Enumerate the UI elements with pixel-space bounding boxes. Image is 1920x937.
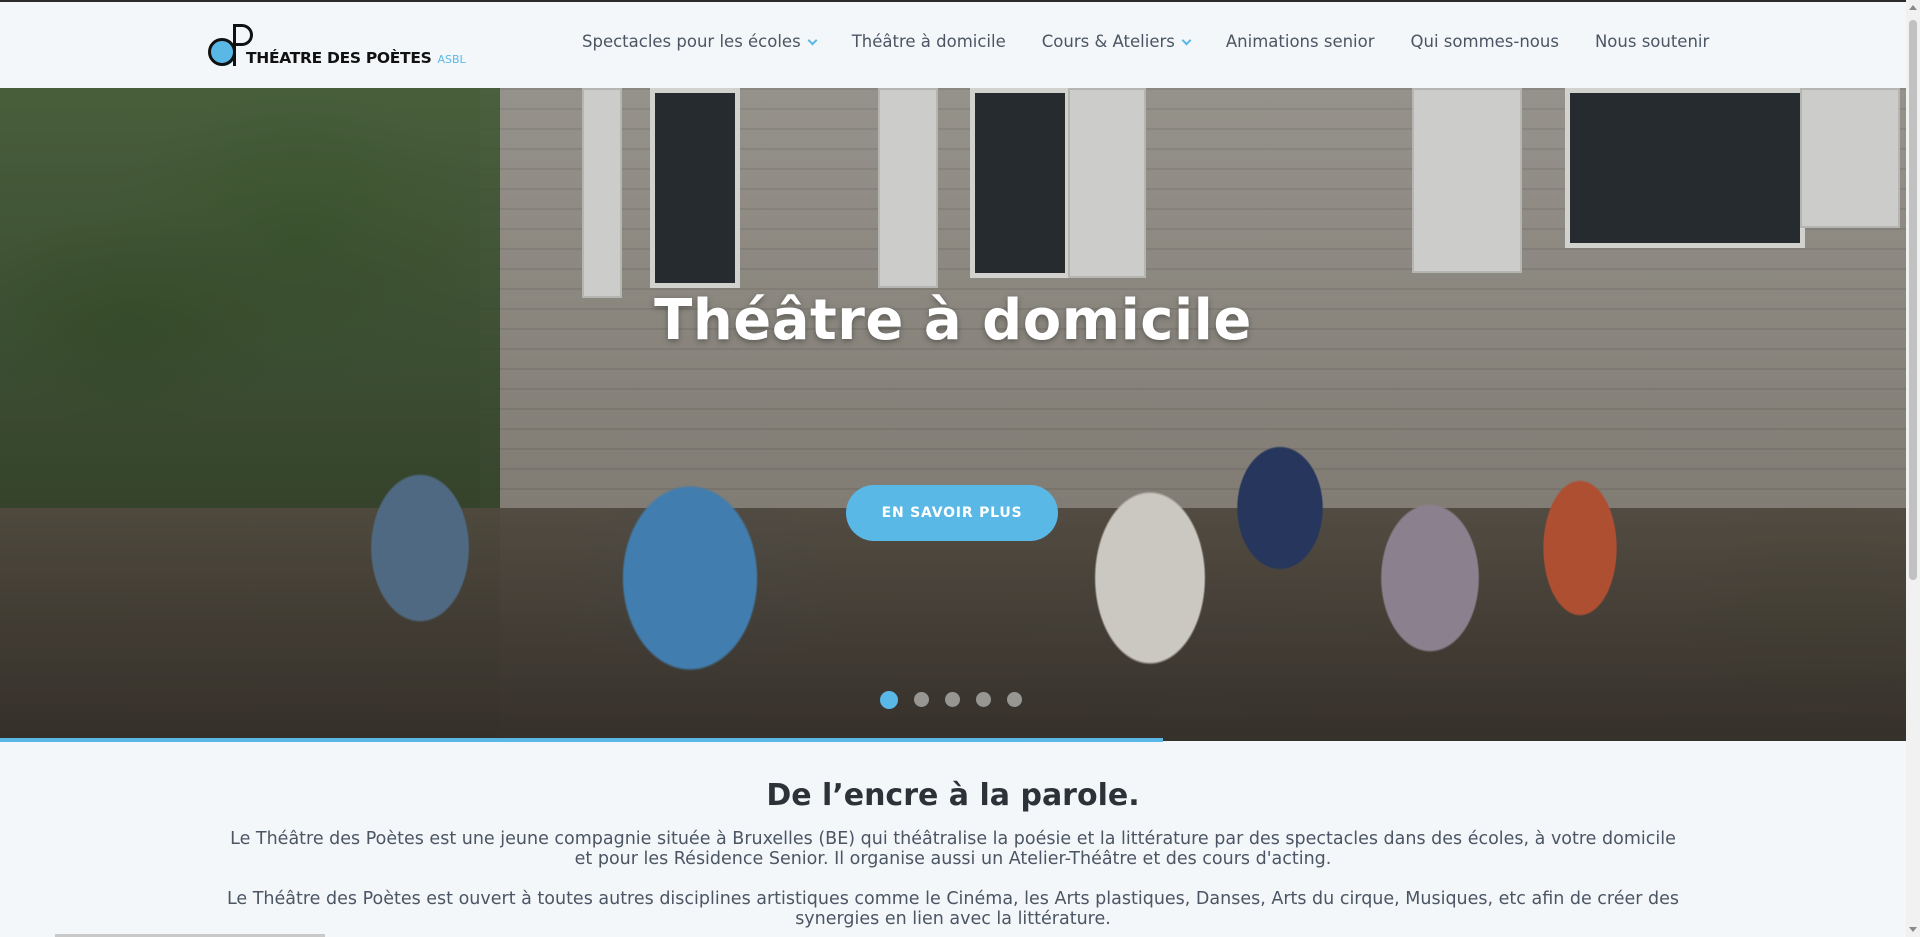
nav-item-nous-soutenir[interactable]: Nous soutenir bbox=[1595, 32, 1709, 51]
learn-more-button[interactable]: EN SAVOIR PLUS bbox=[846, 485, 1058, 541]
slider-dot-2[interactable] bbox=[914, 692, 929, 707]
intro-paragraph: Le Théâtre des Poètes est une jeune comp… bbox=[230, 829, 1676, 869]
hero-slider[interactable]: Théâtre à domicile EN SAVOIR PLUS bbox=[0, 88, 1906, 741]
scrollbar-thumb[interactable] bbox=[1909, 20, 1917, 580]
nav-item-label: Spectacles pour les écoles bbox=[582, 32, 801, 51]
nav-item-cours-ateliers[interactable]: Cours & Ateliers bbox=[1041, 32, 1192, 51]
nav-item-theatre-domicile[interactable]: Théâtre à domicile bbox=[852, 32, 1006, 51]
hero-overlay bbox=[0, 88, 1906, 741]
hero-title: Théâtre à domicile bbox=[654, 288, 1252, 353]
main-navigation: Spectacles pour les écoles Théâtre à dom… bbox=[582, 32, 1709, 51]
logo-text: THÉATRE DES POÈTES bbox=[246, 49, 432, 67]
slider-dot-4[interactable] bbox=[976, 692, 991, 707]
chevron-down-icon bbox=[807, 35, 818, 46]
slider-dot-3[interactable] bbox=[945, 692, 960, 707]
intro-paragraph: Le Théâtre des Poètes est ouvert à toute… bbox=[226, 889, 1680, 929]
logo-mark-icon bbox=[208, 22, 253, 68]
nav-item-spectacles[interactable]: Spectacles pour les écoles bbox=[582, 32, 818, 51]
site-logo[interactable]: THÉATRE DES POÈTES ASBL bbox=[208, 20, 466, 68]
nav-item-label: Qui sommes-nous bbox=[1410, 32, 1559, 51]
intro-heading: De l’encre à la parole. bbox=[766, 778, 1140, 813]
slider-dot-1[interactable] bbox=[880, 691, 898, 709]
nav-item-label: Théâtre à domicile bbox=[851, 32, 1006, 51]
slider-pagination bbox=[880, 691, 1038, 709]
nav-item-label: Animations senior bbox=[1225, 32, 1375, 51]
scroll-down-arrow-icon[interactable] bbox=[1909, 927, 1917, 932]
chevron-down-icon bbox=[1181, 35, 1192, 46]
nav-item-qui-sommes-nous[interactable]: Qui sommes-nous bbox=[1411, 32, 1559, 51]
slider-dot-5[interactable] bbox=[1007, 692, 1022, 707]
page-scrollbar[interactable] bbox=[1906, 0, 1920, 937]
nav-item-label: Nous soutenir bbox=[1594, 32, 1710, 51]
intro-section: De l’encre à la parole. Le Théâtre des P… bbox=[0, 742, 1906, 929]
scroll-up-arrow-icon[interactable] bbox=[1909, 5, 1917, 10]
nav-item-label: Cours & Ateliers bbox=[1041, 32, 1175, 51]
nav-item-animations-senior[interactable]: Animations senior bbox=[1226, 32, 1375, 51]
site-header: THÉATRE DES POÈTES ASBL Spectacles pour … bbox=[0, 2, 1906, 88]
logo-asbl: ASBL bbox=[437, 53, 466, 66]
